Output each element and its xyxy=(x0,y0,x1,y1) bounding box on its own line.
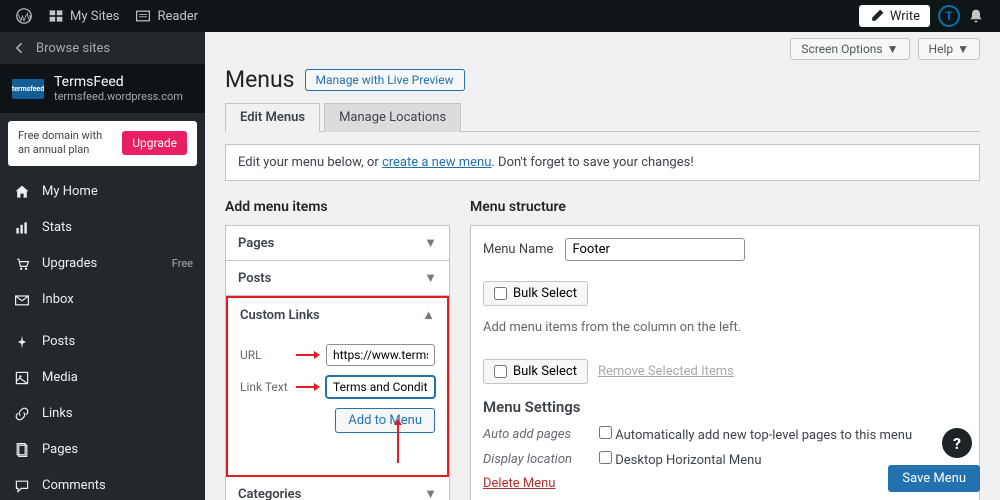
annotation-arrow-icon xyxy=(296,354,318,356)
main-content: Screen Options ▼ Help ▼ Menus Manage wit… xyxy=(205,32,1000,500)
menu-name-label: Menu Name xyxy=(483,242,553,257)
media-icon xyxy=(12,368,32,388)
sidebar-item-pages[interactable]: Pages xyxy=(0,432,205,468)
sidebar-item-links[interactable]: Links xyxy=(0,396,205,432)
create-menu-link[interactable]: create a new menu xyxy=(382,155,491,170)
sidebar-item-label: Inbox xyxy=(42,292,74,307)
page-title: Menus xyxy=(225,66,295,93)
help-button[interactable]: Help ▼ xyxy=(918,38,980,60)
admin-topbar: My Sites Reader Write T xyxy=(0,0,1000,32)
sidebar-item-label: Links xyxy=(42,406,73,421)
sidebar-item-posts[interactable]: Posts xyxy=(0,324,205,360)
mail-icon xyxy=(12,290,32,310)
sidebar-item-label: My Home xyxy=(42,184,98,199)
link-text-label: Link Text xyxy=(240,380,292,394)
annotation-arrow-icon xyxy=(397,421,399,463)
home-icon xyxy=(12,182,32,202)
reader-label: Reader xyxy=(157,9,198,24)
menu-structure-panel: Menu Name Bulk Select Add menu items fro… xyxy=(470,225,980,500)
admin-sidebar: Browse sites termsfeed TermsFeed termsfe… xyxy=(0,32,205,500)
sidebar-badge: Free xyxy=(172,257,193,270)
tab-manage-locations[interactable]: Manage Locations xyxy=(324,103,461,132)
link-icon xyxy=(12,404,32,424)
chevron-down-icon: ▼ xyxy=(424,270,437,286)
bulk-select-checkbox[interactable] xyxy=(494,287,507,300)
display-location-checkbox[interactable] xyxy=(599,451,612,464)
info-banner: Edit your menu below, or create a new me… xyxy=(225,144,980,181)
menu-name-input[interactable] xyxy=(565,238,745,261)
sidebar-item-comments[interactable]: Comments xyxy=(0,468,205,500)
sidebar-item-inbox[interactable]: Inbox xyxy=(0,282,205,318)
current-site-block[interactable]: termsfeed TermsFeed termsfeed.wordpress.… xyxy=(0,64,205,113)
sidebar-item-label: Pages xyxy=(42,442,78,457)
display-location-checkbox-label[interactable]: Desktop Horizontal Menu xyxy=(599,451,762,468)
sidebar-item-label: Stats xyxy=(42,220,72,235)
add-items-accordion: Pages▼ Posts▼ Custom Links▲ URL xyxy=(225,225,450,500)
link-text-input[interactable] xyxy=(326,376,435,398)
accordion-custom-links[interactable]: Custom Links▲ xyxy=(228,298,447,332)
write-label: Write xyxy=(890,9,920,24)
sidebar-item-stats[interactable]: Stats xyxy=(0,210,205,246)
auto-add-label: Auto add pages xyxy=(483,427,583,442)
add-items-heading: Add menu items xyxy=(225,199,450,215)
accordion-categories[interactable]: Categories▼ xyxy=(226,477,449,500)
screen-options-button[interactable]: Screen Options ▼ xyxy=(790,38,909,60)
my-sites-link[interactable]: My Sites xyxy=(40,0,127,32)
annotation-arrow-icon xyxy=(296,386,318,388)
menu-tabs: Edit Menus Manage Locations xyxy=(225,103,980,132)
write-button[interactable]: Write xyxy=(859,5,930,27)
pin-icon xyxy=(12,332,32,352)
stats-icon xyxy=(12,218,32,238)
sidebar-item-label: Comments xyxy=(42,478,106,493)
sidebar-item-label: Media xyxy=(42,370,78,385)
sidebar-item-upgrades[interactable]: Upgrades Free xyxy=(0,246,205,282)
my-sites-label: My Sites xyxy=(70,9,119,24)
pages-icon xyxy=(12,440,32,460)
site-icon: termsfeed xyxy=(12,79,44,99)
chevron-up-icon: ▲ xyxy=(422,307,435,323)
sidebar-item-label: Upgrades xyxy=(42,256,97,271)
structure-heading: Menu structure xyxy=(470,199,980,215)
bulk-select-button[interactable]: Bulk Select xyxy=(483,281,588,306)
notifications-icon[interactable] xyxy=(960,0,992,32)
add-to-menu-button[interactable]: Add to Menu xyxy=(335,408,435,433)
site-url: termsfeed.wordpress.com xyxy=(54,90,183,103)
auto-add-checkbox[interactable] xyxy=(599,426,612,439)
user-avatar[interactable]: T xyxy=(938,5,960,27)
chevron-down-icon: ▼ xyxy=(424,235,437,251)
display-location-label: Display location xyxy=(483,452,583,467)
live-preview-button[interactable]: Manage with Live Preview xyxy=(305,69,465,91)
browse-sites-link[interactable]: Browse sites xyxy=(0,32,205,64)
sidebar-item-label: Posts xyxy=(42,334,75,349)
upgrade-button[interactable]: Upgrade xyxy=(122,131,187,155)
cart-icon xyxy=(12,254,32,274)
url-label: URL xyxy=(240,348,292,362)
browse-sites-label: Browse sites xyxy=(36,41,110,56)
menu-settings-heading: Menu Settings xyxy=(483,398,967,416)
sidebar-item-my-home[interactable]: My Home xyxy=(0,174,205,210)
tab-edit-menus[interactable]: Edit Menus xyxy=(225,103,320,132)
sidebar-item-media[interactable]: Media xyxy=(0,360,205,396)
help-fab-button[interactable]: ? xyxy=(942,428,972,458)
bulk-select-checkbox[interactable] xyxy=(494,365,507,378)
remove-selected-link[interactable]: Remove Selected Items xyxy=(598,364,734,379)
url-input[interactable] xyxy=(326,344,435,366)
accordion-posts[interactable]: Posts▼ xyxy=(226,261,449,295)
promo-banner: Free domain with an annual plan Upgrade xyxy=(8,121,197,166)
chevron-down-icon: ▼ xyxy=(424,486,437,500)
reader-link[interactable]: Reader xyxy=(127,0,206,32)
site-name: TermsFeed xyxy=(54,74,183,90)
wp-logo[interactable] xyxy=(8,0,40,32)
delete-menu-link[interactable]: Delete Menu xyxy=(483,476,555,491)
promo-text: Free domain with an annual plan xyxy=(18,129,114,158)
empty-hint: Add menu items from the column on the le… xyxy=(483,320,967,335)
save-menu-button[interactable]: Save Menu xyxy=(888,465,980,492)
bulk-select-button-2[interactable]: Bulk Select xyxy=(483,359,588,384)
auto-add-checkbox-label[interactable]: Automatically add new top-level pages to… xyxy=(599,426,912,443)
comment-icon xyxy=(12,476,32,496)
accordion-pages[interactable]: Pages▼ xyxy=(226,226,449,260)
